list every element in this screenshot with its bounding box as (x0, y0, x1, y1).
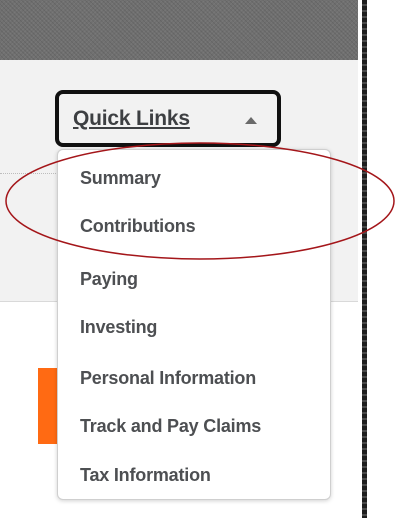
menu-item-summary[interactable]: Summary (80, 168, 161, 189)
menu-item-investing[interactable]: Investing (80, 317, 157, 338)
menu-item-tax-information[interactable]: Tax Information (80, 465, 211, 486)
menu-item-personal-information[interactable]: Personal Information (80, 368, 256, 389)
menu-item-paying[interactable]: Paying (80, 269, 138, 290)
menu-item-contributions[interactable]: Contributions (80, 216, 196, 237)
quick-links-label: Quick Links (73, 106, 190, 130)
caret-up-icon (245, 117, 257, 124)
quick-links-menu: Summary Contributions Paying Investing P… (57, 149, 331, 500)
window-divider (362, 0, 367, 518)
menu-item-track-and-pay-claims[interactable]: Track and Pay Claims (80, 416, 261, 437)
dotted-divider (0, 173, 58, 174)
header-bar (0, 0, 358, 60)
quick-links-button[interactable]: Quick Links (55, 90, 281, 147)
